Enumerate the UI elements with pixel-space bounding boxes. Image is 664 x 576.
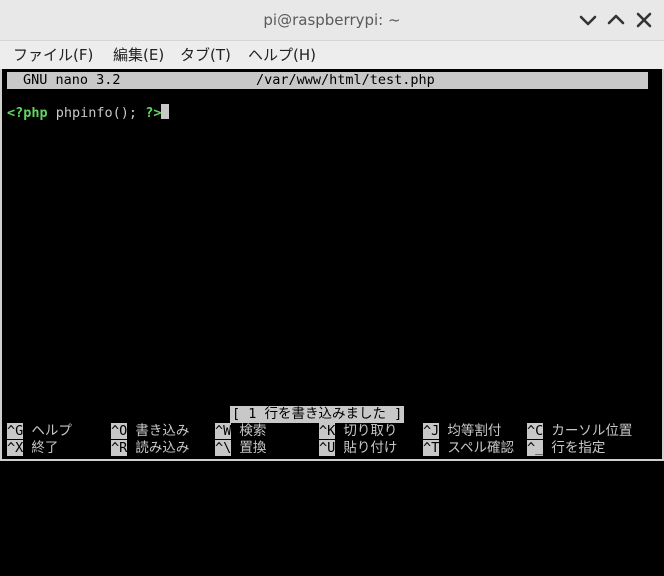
shortcut-go-to-line[interactable]: ^_ 行を指定 (527, 440, 605, 457)
shortcut-key: ^T (423, 440, 440, 456)
menu-file[interactable]: ファイル(F) (13, 41, 93, 69)
shortcut-cut-text[interactable]: ^K 切り取り (319, 423, 397, 440)
shortcut-key: ^J (423, 423, 440, 439)
shortcut-spell[interactable]: ^T スペル確認 (423, 440, 514, 457)
shortcut-label: 行を指定 (551, 440, 606, 456)
chevron-down-icon (579, 15, 597, 26)
shortcut-label: 検索 (239, 423, 267, 439)
php-close-tag: ?> (145, 105, 162, 121)
shortcut-row-1: ^G ヘルプ ^O 書き込み ^W 検索 ^K 切り取り ^J 均等割付 ^C … (7, 423, 657, 440)
shortcut-where-is[interactable]: ^W 検索 (215, 423, 266, 440)
shortcut-label: 置換 (239, 440, 267, 456)
shortcut-key: ^_ (527, 440, 544, 456)
maximize-button[interactable] (604, 8, 628, 32)
terminal-window: pi@raspberrypi: ~ ファイル(F) 編集(E) タブ(T) ヘル… (0, 0, 664, 461)
shortcut-exit[interactable]: ^X 終了 (7, 440, 58, 457)
shortcut-label: 読み込み (135, 440, 190, 456)
shortcut-key: ^C (527, 423, 544, 439)
shortcut-read-file[interactable]: ^R 読み込み (111, 440, 189, 457)
title-bar[interactable]: pi@raspberrypi: ~ (0, 0, 664, 41)
terminal-area[interactable]: GNU nano 3.2 /var/www/html/test.php <?ph… (0, 69, 664, 461)
shortcut-label: 均等割付 (447, 423, 502, 439)
php-open-tag: <?php (7, 105, 48, 121)
close-button[interactable] (632, 8, 656, 32)
code-body: phpinfo(); (47, 105, 146, 121)
minimize-button[interactable] (576, 8, 600, 32)
shortcut-uncut-text[interactable]: ^U 貼り付け (319, 440, 397, 457)
shortcut-key: ^O (111, 423, 128, 439)
nano-version: GNU nano 3.2 (23, 72, 121, 88)
shortcut-label: 切り取り (343, 423, 398, 439)
shortcut-write-out[interactable]: ^O 書き込み (111, 423, 189, 440)
code-line[interactable]: <?php phpinfo(); ?> (7, 104, 170, 121)
shortcut-justify[interactable]: ^J 均等割付 (423, 423, 501, 440)
nano-header-bar: GNU nano 3.2 /var/www/html/test.php (7, 72, 648, 89)
shortcut-label: 終了 (31, 440, 59, 456)
shortcut-label: 書き込み (135, 423, 190, 439)
text-cursor (161, 104, 170, 119)
shortcut-replace[interactable]: ^\ 置換 (215, 440, 266, 457)
menu-tabs[interactable]: タブ(T) (180, 41, 231, 69)
menu-help[interactable]: ヘルプ(H) (248, 41, 316, 69)
status-message: [ 1 行を書き込みました ] (230, 406, 405, 423)
shortcut-label: スペル確認 (447, 440, 514, 456)
chevron-up-icon (607, 14, 625, 25)
shortcut-key: ^W (215, 423, 232, 439)
shortcut-label: 貼り付け (343, 440, 398, 456)
shortcut-cur-pos[interactable]: ^C カーソル位置 (527, 423, 632, 440)
shortcut-key: ^U (319, 440, 336, 456)
menu-bar: ファイル(F) 編集(E) タブ(T) ヘルプ(H) (0, 41, 664, 69)
shortcut-label: カーソル位置 (551, 423, 633, 439)
shortcut-key: ^X (7, 440, 24, 456)
nano-filename: /var/www/html/test.php (256, 72, 435, 88)
shortcut-help[interactable]: ^G ヘルプ (7, 423, 72, 440)
shortcut-key: ^R (111, 440, 128, 456)
shortcut-label: ヘルプ (31, 423, 72, 439)
shortcut-key: ^\ (215, 440, 232, 456)
shortcut-row-2: ^X 終了 ^R 読み込み ^\ 置換 ^U 貼り付け ^T スペル確認 ^_ … (7, 440, 657, 457)
menu-edit[interactable]: 編集(E) (113, 41, 164, 69)
shortcut-key: ^G (7, 423, 24, 439)
close-icon (636, 12, 652, 28)
shortcut-key: ^K (319, 423, 336, 439)
window-title: pi@raspberrypi: ~ (263, 11, 401, 29)
